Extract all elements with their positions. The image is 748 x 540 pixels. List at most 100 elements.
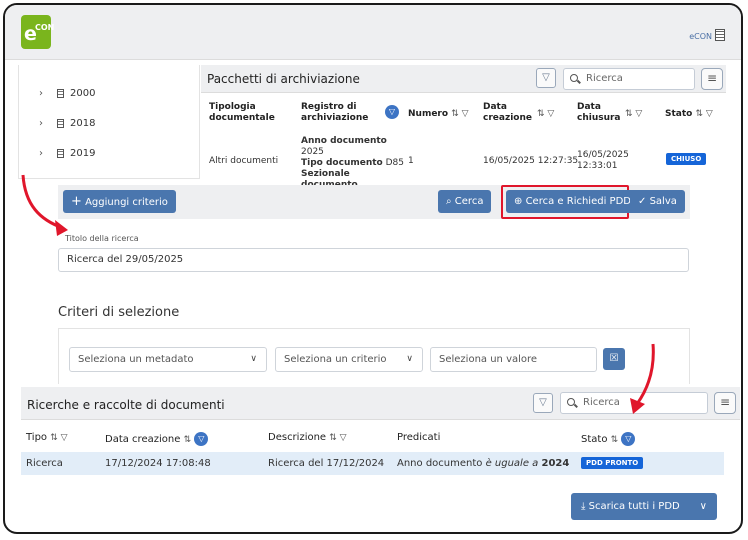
cell-predicati: Anno documento è uguale a 2024	[397, 458, 569, 469]
sort-icon[interactable]: ⇅ ▽	[451, 109, 468, 119]
col-data-creazione[interactable]: Data creazione ⇅ ▽	[105, 432, 209, 446]
col-label: Data chiusura	[577, 102, 621, 123]
tree-node-label: 2000	[70, 87, 96, 99]
predicate-value: 2024	[541, 458, 570, 469]
title-input[interactable]: Ricerca del 29/05/2025	[58, 248, 689, 272]
building-icon	[57, 118, 64, 128]
status-badge: PDD PRONTO	[581, 457, 644, 469]
col-numero[interactable]: Numero ⇅ ▽	[408, 109, 469, 120]
check-icon: ✓	[638, 196, 647, 207]
packages-menu-button[interactable]: ≡	[701, 68, 723, 90]
col-label: Registro di archiviazione	[301, 102, 369, 123]
download-icon: ⤓	[581, 501, 586, 512]
sort-icon[interactable]: ⇅ ▽	[625, 109, 642, 119]
col-registro[interactable]: Registro di archiviazione	[301, 102, 373, 124]
col-data-chiusura[interactable]: Data chiusura	[577, 102, 621, 124]
button-label: Cerca	[454, 196, 484, 207]
app-window: e CON eCON › 2000 › 2018 › 2019 Pacchetti di…	[3, 3, 743, 534]
chevron-right-icon[interactable]: ›	[39, 118, 57, 129]
search-request-pdd-button[interactable]: ⊕ Cerca e Richiedi PDD	[506, 190, 639, 213]
save-button[interactable]: ✓ Salva	[630, 190, 685, 213]
chevron-right-icon[interactable]: ›	[39, 148, 57, 159]
packages-search-input[interactable]: Ricerca	[563, 68, 695, 90]
cell-data: 17/12/2024 17:08:48	[105, 458, 211, 469]
trash-icon: ☒	[609, 353, 619, 364]
select-placeholder: Seleziona un criterio	[284, 354, 387, 365]
building-icon	[57, 88, 64, 98]
chevron-down-icon[interactable]: ∨	[700, 493, 707, 520]
search-toolbar: + Aggiungi criterio ⌕ Cerca ⊕ Cerca e Ri…	[58, 185, 690, 219]
sort-icon[interactable]: ⇅	[184, 435, 192, 445]
search-icon	[570, 74, 578, 82]
value-input[interactable]: Seleziona un valore	[430, 347, 597, 372]
metadata-select[interactable]: Seleziona un metadato ∨	[69, 347, 267, 372]
sort-icon[interactable]: ⇅ ▽	[329, 433, 346, 443]
top-bar: e CON eCON	[5, 5, 741, 60]
registro-key: Anno documento	[301, 136, 387, 146]
tree-node-2000[interactable]: › 2000	[39, 85, 95, 101]
delete-criterion-button[interactable]: ☒	[603, 348, 625, 370]
searches-menu-button[interactable]: ≡	[714, 392, 736, 414]
annotation-arrow-right	[630, 343, 655, 414]
cell-data-creazione: 16/05/2025 12:27:35	[483, 156, 579, 166]
filter-button[interactable]: ▽	[533, 393, 553, 413]
add-criterion-button[interactable]: + Aggiungi criterio	[63, 190, 176, 213]
tree-node-label: 2019	[70, 147, 96, 159]
download-all-pdd-button[interactable]: ⤓ Scarica tutti i PDD ∨	[571, 493, 717, 520]
filter-active-icon[interactable]: ▽	[385, 105, 399, 119]
registro-value: 2025	[301, 147, 324, 157]
chevron-right-icon[interactable]: ›	[39, 88, 57, 99]
col-label: Data creazione	[483, 102, 532, 123]
registro-line: Tipo documento D85	[301, 158, 409, 169]
col-stato[interactable]: Stato ⇅ ▽	[665, 109, 713, 120]
col-tipologia[interactable]: Tipologia documentale	[209, 102, 279, 124]
tree-node-2019[interactable]: › 2019	[39, 145, 95, 161]
criteria-heading: Criteri di selezione	[58, 305, 180, 320]
search-placeholder: Ricerca	[583, 397, 620, 408]
col-label: Stato	[665, 109, 693, 119]
searches-title: Ricerche e raccolte di documenti	[27, 398, 225, 412]
col-stato[interactable]: Stato ⇅ ▽	[581, 432, 636, 446]
chevron-down-icon: ∨	[250, 354, 257, 364]
logo-superscript: CON	[35, 23, 55, 32]
registro-value: D85	[385, 158, 404, 168]
col-data-creazione[interactable]: Data creazione	[483, 102, 532, 124]
filter-button[interactable]: ▽	[536, 68, 556, 88]
criterion-select[interactable]: Seleziona un criterio ∨	[275, 347, 423, 372]
app-logo[interactable]: e CON	[21, 15, 54, 49]
sort-icon[interactable]: ⇅ ▽	[537, 109, 554, 119]
search-button[interactable]: ⌕ Cerca	[438, 190, 492, 213]
archive-tree: › 2000 › 2018 › 2019	[18, 65, 200, 179]
zoom-in-icon: ⊕	[514, 196, 523, 207]
cell-tipologia: Altri documenti	[209, 156, 279, 166]
col-label: Predicati	[397, 432, 441, 443]
hamburger-icon: ≡	[706, 71, 718, 85]
status-badge: CHIUSO	[666, 153, 707, 165]
brand-text: eCON	[689, 32, 712, 41]
tree-node-2018[interactable]: › 2018	[39, 115, 95, 131]
col-label: Tipologia documentale	[209, 102, 275, 123]
filter-icon: ▽	[542, 72, 550, 83]
cell-data-chiusura: 16/05/2025 12:33:01	[577, 150, 629, 172]
packages-header: Pacchetti di archiviazione ▽ Ricerca ≡	[201, 65, 726, 93]
search-placeholder: Ricerca	[586, 73, 623, 84]
cell-registro: Anno documento 2025 Tipo documento D85 S…	[301, 136, 409, 191]
filter-active-icon[interactable]: ▽	[621, 432, 636, 446]
sort-icon[interactable]: ⇅ ▽	[695, 109, 712, 119]
sort-icon[interactable]: ⇅ ▽	[50, 433, 67, 443]
col-descrizione[interactable]: Descrizione ⇅ ▽	[268, 432, 347, 444]
zoom-icon: ⌕	[446, 196, 452, 207]
brand-label[interactable]: eCON	[689, 29, 725, 41]
button-label: Aggiungi criterio	[85, 197, 168, 208]
col-predicati[interactable]: Predicati	[397, 432, 440, 443]
predicate-field: Anno documento	[397, 458, 483, 469]
col-label: Numero	[408, 109, 449, 119]
col-label: Descrizione	[268, 432, 327, 443]
chevron-down-icon: ∨	[406, 354, 413, 364]
filter-active-icon[interactable]: ▽	[194, 432, 209, 446]
hamburger-icon: ≡	[719, 395, 731, 409]
col-tipo[interactable]: Tipo ⇅ ▽	[26, 432, 68, 444]
predicate-operator: è uguale a	[485, 458, 539, 469]
sort-icon[interactable]: ⇅	[611, 435, 619, 445]
button-label: Scarica tutti i PDD	[588, 501, 680, 512]
